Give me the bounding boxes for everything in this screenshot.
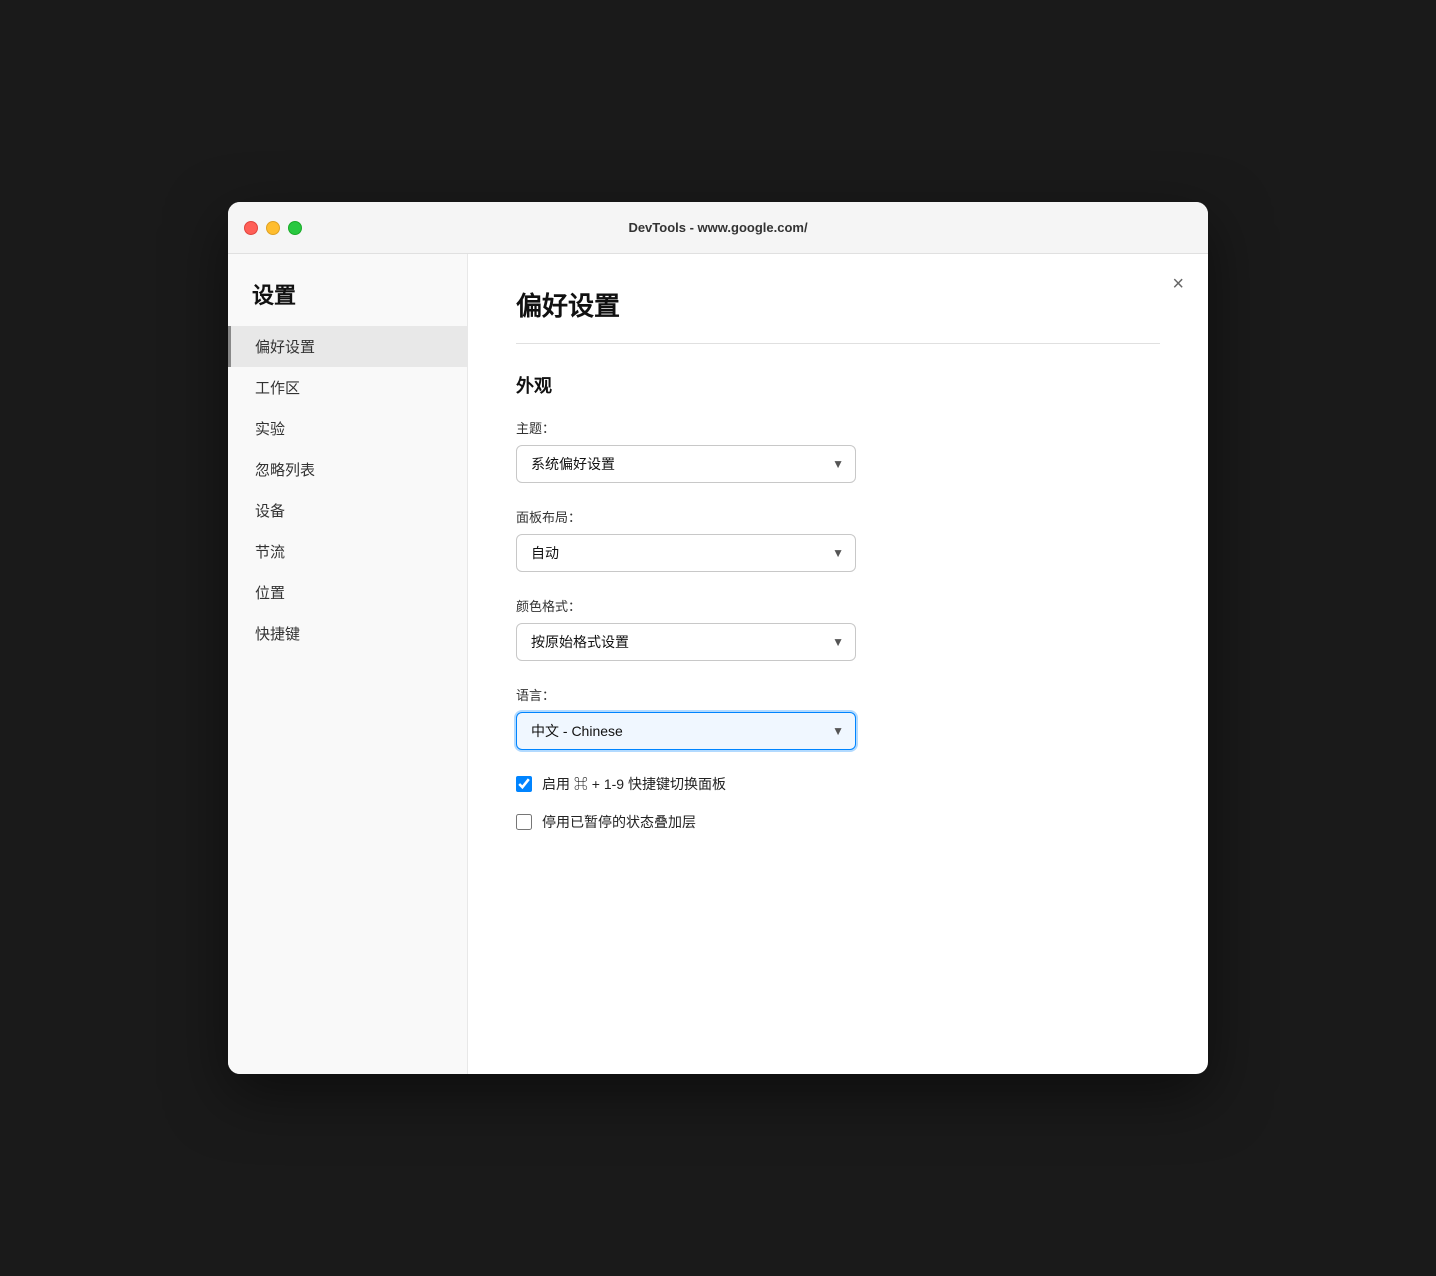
theme-label: 主题： — [516, 418, 1160, 437]
checkbox-row-paused: 停用已暂停的状态叠加层 — [516, 812, 1160, 832]
page-title: 偏好设置 — [516, 286, 1160, 323]
minimize-traffic-light[interactable] — [266, 221, 280, 235]
panel-layout-select[interactable]: 自动 水平 垂直 — [516, 534, 856, 572]
sidebar-item-devices[interactable]: 设备 — [228, 490, 467, 531]
theme-field-group: 主题： 系统偏好设置 浅色 深色 ▼ — [516, 418, 1160, 483]
checkbox-shortcuts[interactable] — [516, 776, 532, 792]
titlebar: DevTools - www.google.com/ — [228, 202, 1208, 254]
sidebar-item-preferences[interactable]: 偏好设置 — [228, 326, 467, 367]
window-content: 设置 偏好设置 工作区 实验 忽略列表 设备 节流 位置 快 — [228, 254, 1208, 1074]
theme-select[interactable]: 系统偏好设置 浅色 深色 — [516, 445, 856, 483]
sidebar-item-workspace[interactable]: 工作区 — [228, 367, 467, 408]
panel-layout-field-group: 面板布局： 自动 水平 垂直 ▼ — [516, 507, 1160, 572]
checkbox-row-shortcuts: 启用 ⌘ + 1-9 快捷键切换面板 — [516, 774, 1160, 794]
theme-select-wrapper: 系统偏好设置 浅色 深色 ▼ — [516, 445, 856, 483]
language-field-group: 语言： 中文 - Chinese English 日本語 한국어 Françai… — [516, 685, 1160, 750]
sidebar-item-shortcuts[interactable]: 快捷键 — [228, 613, 467, 654]
checkbox-paused-overlay-label[interactable]: 停用已暂停的状态叠加层 — [542, 812, 696, 832]
maximize-traffic-light[interactable] — [288, 221, 302, 235]
sidebar-item-ignorelist[interactable]: 忽略列表 — [228, 449, 467, 490]
color-format-select[interactable]: 按原始格式设置 HEX RGB HSL — [516, 623, 856, 661]
language-select[interactable]: 中文 - Chinese English 日本語 한국어 Français De… — [516, 712, 856, 750]
sidebar-item-experiments[interactable]: 实验 — [228, 408, 467, 449]
title-divider — [516, 343, 1160, 344]
sidebar-item-locations[interactable]: 位置 — [228, 572, 467, 613]
close-traffic-light[interactable] — [244, 221, 258, 235]
color-format-field-group: 颜色格式： 按原始格式设置 HEX RGB HSL ▼ — [516, 596, 1160, 661]
sidebar-heading: 设置 — [228, 278, 467, 326]
panel-layout-select-wrapper: 自动 水平 垂直 ▼ — [516, 534, 856, 572]
sidebar: 设置 偏好设置 工作区 实验 忽略列表 设备 节流 位置 快 — [228, 254, 468, 1074]
traffic-lights — [244, 221, 302, 235]
main-panel: × 偏好设置 外观 主题： 系统偏好设置 浅色 深色 ▼ 面板布局： — [468, 254, 1208, 1074]
sidebar-item-throttling[interactable]: 节流 — [228, 531, 467, 572]
panel-layout-label: 面板布局： — [516, 507, 1160, 526]
devtools-window: DevTools - www.google.com/ 设置 偏好设置 工作区 实… — [228, 202, 1208, 1074]
language-select-wrapper: 中文 - Chinese English 日本語 한국어 Français De… — [516, 712, 856, 750]
section-appearance-title: 外观 — [516, 372, 1160, 398]
color-format-label: 颜色格式： — [516, 596, 1160, 615]
close-button[interactable]: × — [1168, 270, 1188, 298]
checkbox-paused-overlay[interactable] — [516, 814, 532, 830]
checkbox-shortcuts-label[interactable]: 启用 ⌘ + 1-9 快捷键切换面板 — [542, 774, 726, 794]
color-format-select-wrapper: 按原始格式设置 HEX RGB HSL ▼ — [516, 623, 856, 661]
language-label: 语言： — [516, 685, 1160, 704]
window-title: DevTools - www.google.com/ — [628, 220, 807, 235]
